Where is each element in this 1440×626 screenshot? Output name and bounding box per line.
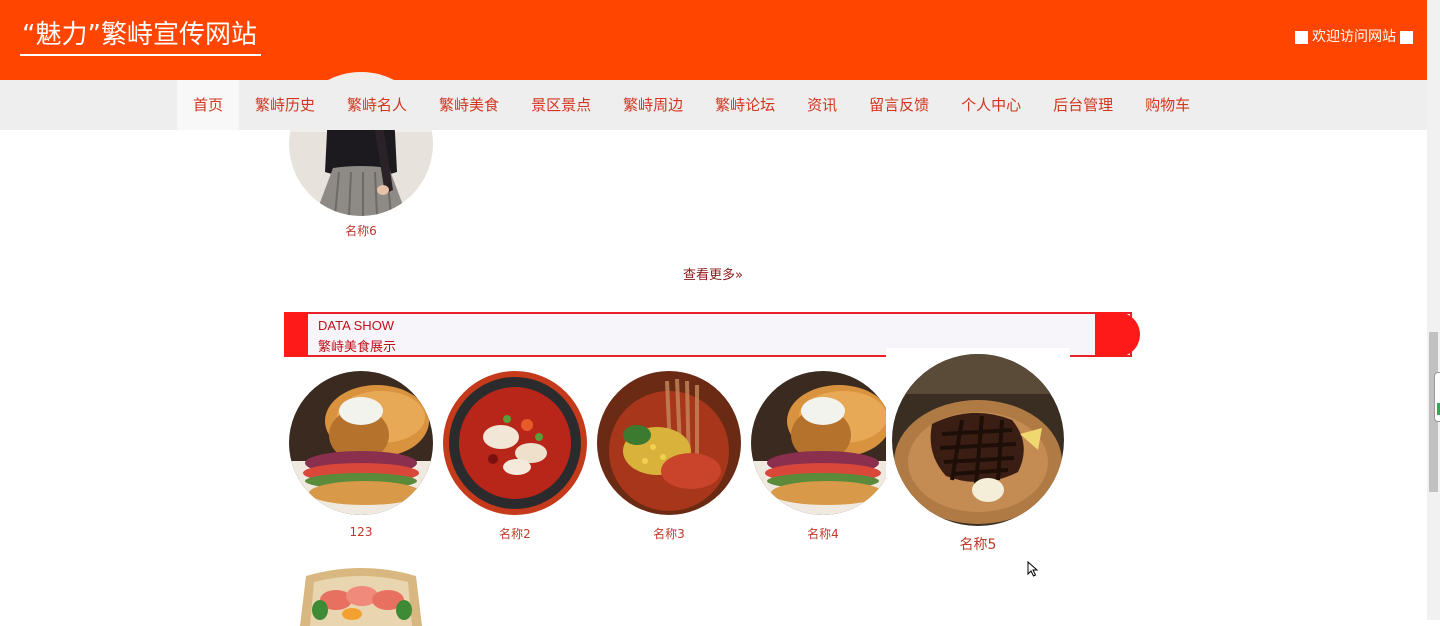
section-title-en: DATA SHOW	[318, 318, 395, 333]
top-header: “魅力”繁峙宣传网站 欢迎访问网站	[0, 0, 1427, 80]
steak-photo[interactable]	[892, 354, 1064, 526]
nav-item-admin[interactable]: 后台管理	[1037, 80, 1129, 130]
food-name: 名称4	[807, 527, 839, 541]
burger-photo[interactable]	[751, 371, 895, 515]
section-title-cn: 繁峙美食展示	[318, 340, 397, 355]
mouse-cursor-icon	[1027, 561, 1039, 577]
nav-item-home[interactable]: 首页	[177, 80, 240, 130]
double-chevron-right-icon: »	[735, 268, 743, 283]
nav-item-food[interactable]: 繁峙美食	[423, 80, 515, 130]
view-more-text: 查看更多	[683, 268, 736, 283]
main-nav: 首页 繁峙历史 繁峙名人 繁峙美食 景区景点 繁峙周边 繁峙论坛 资讯 留言反馈…	[0, 80, 1427, 130]
food-card[interactable]: 名称4	[751, 371, 895, 542]
food-card[interactable]: 123	[289, 371, 433, 539]
nav-item-forum[interactable]: 繁峙论坛	[699, 80, 791, 130]
nav-item-history[interactable]: 繁峙历史	[239, 80, 331, 130]
section-header-cap	[1095, 312, 1140, 357]
burger-photo[interactable]	[289, 371, 433, 515]
nav-item-news[interactable]: 资讯	[791, 80, 853, 130]
food-name: 名称3	[653, 527, 685, 541]
side-tab-icon[interactable]	[1434, 372, 1440, 422]
person-name: 名称6	[345, 224, 377, 238]
nav-list: 首页 繁峙历史 繁峙名人 繁峙美食 景区景点 繁峙周边 繁峙论坛 资讯 留言反馈…	[177, 80, 1206, 130]
food-name: 名称5	[959, 537, 997, 553]
noodles-photo[interactable]	[597, 371, 741, 515]
food-name: 123	[349, 525, 373, 539]
nav-item-feedback[interactable]: 留言反馈	[853, 80, 945, 130]
nav-item-user-center[interactable]: 个人中心	[945, 80, 1037, 130]
nav-item-surroundings[interactable]: 繁峙周边	[607, 80, 699, 130]
food-card-hovered[interactable]: 名称5	[886, 348, 1070, 558]
square-icon	[1400, 30, 1413, 44]
view-more-link[interactable]: 查看更多»	[683, 264, 743, 283]
spicy-fish-photo[interactable]	[443, 371, 587, 515]
site-title[interactable]: “魅力”繁峙宣传网站	[20, 18, 261, 56]
food-name: 名称2	[499, 527, 531, 541]
page-scrollbar[interactable]	[1427, 0, 1440, 620]
nav-item-scenic-spots[interactable]: 景区景点	[515, 80, 607, 130]
welcome-text: 欢迎访问网站	[1312, 29, 1396, 45]
nav-item-celebrities[interactable]: 繁峙名人	[331, 80, 423, 130]
square-icon	[1295, 30, 1308, 44]
sashimi-photo[interactable]	[296, 566, 426, 626]
nav-item-cart[interactable]: 购物车	[1129, 80, 1206, 130]
welcome-message: 欢迎访问网站	[1295, 28, 1413, 46]
food-card[interactable]: 名称2	[443, 371, 587, 542]
section-header-left-bar	[284, 312, 308, 357]
food-card[interactable]: 名称3	[597, 371, 741, 542]
